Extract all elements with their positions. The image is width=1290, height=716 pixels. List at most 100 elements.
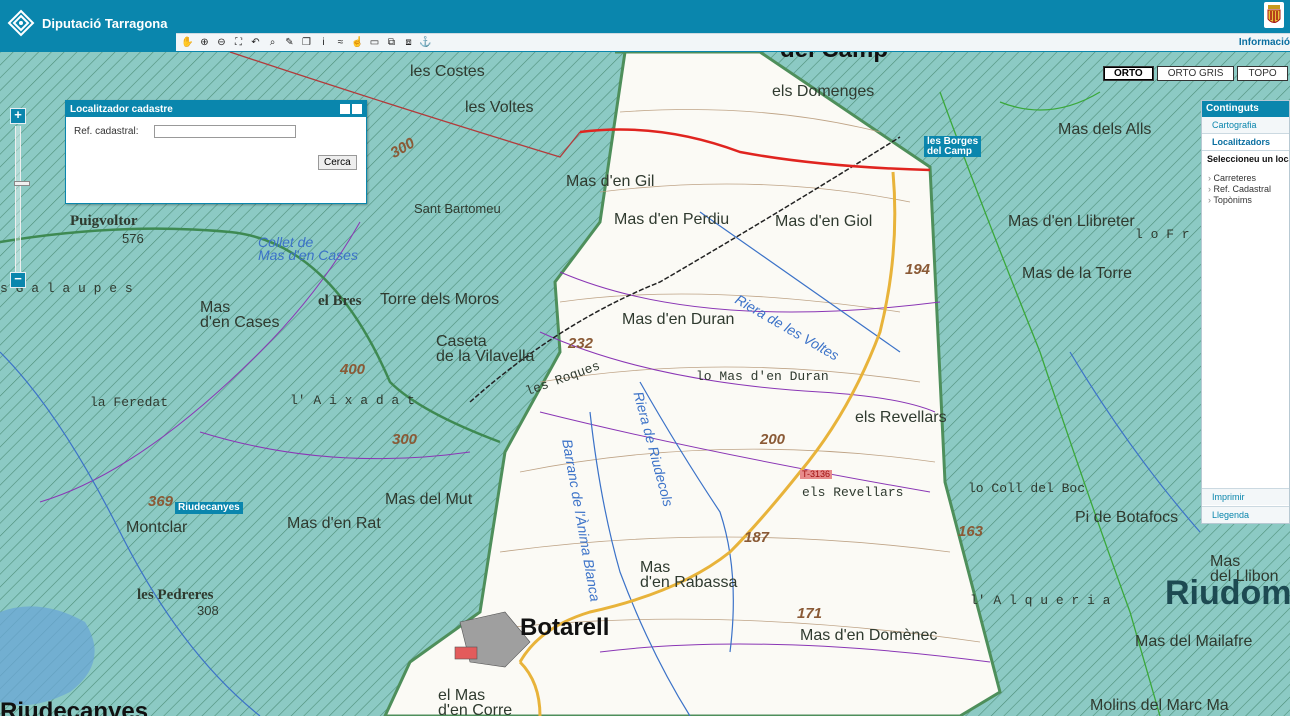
zoom-in-icon[interactable]: ⊕ (197, 35, 212, 50)
search-button[interactable]: Cerca (318, 155, 357, 170)
minimize-icon[interactable] (340, 104, 350, 114)
cadastre-locator-panel: Localitzador cadastre Ref. cadastral: Ce… (65, 100, 367, 204)
map-label: els Revellars (855, 409, 947, 426)
map-label: Riudecanyes (175, 502, 243, 514)
map-label: 576 (122, 231, 144, 246)
anchor-icon[interactable]: ⚓ (418, 35, 433, 50)
coordinates-icon[interactable]: ≈ (333, 35, 348, 50)
map-label: Riudecanyes (0, 698, 149, 716)
map-label: T-3136 (800, 469, 833, 479)
pointer-icon[interactable]: ☝ (350, 35, 365, 50)
map-label: lo Coll del Boc (968, 481, 1086, 496)
zoom-window-icon[interactable]: ⌕ (265, 35, 280, 50)
map-label: Torre dels Moros (380, 291, 500, 308)
measure-icon[interactable]: ✎ (282, 35, 297, 50)
panel-title: Localitzador cadastre (70, 103, 173, 115)
information-link[interactable]: Informació (1239, 37, 1290, 48)
crest-icon (1264, 2, 1284, 28)
map-label: les Borges del Camp (924, 136, 982, 157)
locator-list: CarreteresRef. CadastralTopònims (1202, 167, 1289, 212)
map-label: 171 (797, 605, 823, 622)
map-label: Mas de la Torre (1022, 265, 1132, 282)
layer-button-orto[interactable]: ORTO (1103, 66, 1154, 81)
map-label: el Bres (318, 293, 362, 309)
map-label: Mas d'en Duran (622, 311, 735, 328)
zoom-slider-handle[interactable] (14, 181, 30, 186)
map-label: Mas d'en Gil (566, 173, 655, 190)
zoom-previous-icon[interactable]: ↶ (248, 35, 263, 50)
panel-titlebar[interactable]: Localitzador cadastre (66, 101, 366, 117)
map-label: Mas d'en Llibreter (1008, 213, 1135, 230)
map-label: Montclar (126, 519, 188, 536)
layer-button-orto-gris[interactable]: ORTO GRIS (1156, 66, 1235, 81)
map-label: els Revellars (802, 485, 904, 500)
map-label: Mas d'en Rat (287, 515, 381, 532)
map-label: del Camp (780, 52, 888, 62)
print-preview-icon[interactable]: ⧉ (384, 35, 399, 50)
cadastral-ref-label: Ref. cadastral: (74, 126, 139, 137)
layers-icon[interactable]: ❐ (299, 35, 314, 50)
map-label: Mas del Mut (385, 491, 473, 508)
map-label: Mas d'en Cases (200, 299, 280, 332)
zoom-slider[interactable] (14, 126, 30, 272)
map-label: Mas dels Alls (1058, 121, 1152, 138)
map-label: els Domenges (772, 83, 875, 100)
map-label: Molins del Marc Ma (1090, 697, 1229, 714)
hand-pan-icon[interactable]: ✋ (180, 35, 195, 50)
map-label: 400 (340, 361, 366, 378)
map-label: 200 (760, 431, 786, 448)
cadastral-ref-input[interactable] (154, 125, 297, 138)
list-item[interactable]: Topònims (1208, 195, 1283, 205)
locator-select-label: Seleccioneu un localitzador (1207, 154, 1289, 164)
map-label: Botarell (520, 614, 610, 641)
map-label: les Costes (410, 63, 485, 80)
close-icon[interactable] (352, 104, 362, 114)
legend-tab[interactable]: Llegenda (1202, 506, 1289, 523)
map-label: Caseta de la Vilavella (436, 333, 535, 366)
map-label: les Pedreres (137, 587, 214, 603)
map-label: Sant Bartomeu (414, 201, 501, 216)
layer-button-topo[interactable]: TOPO (1237, 66, 1288, 81)
zoom-control: + − (10, 108, 30, 288)
zoom-extent-icon[interactable]: ⛶ (231, 35, 246, 50)
tab-cartografia[interactable]: Cartografia (1202, 117, 1289, 134)
map-label: Mas d'en Perdiu (614, 211, 730, 228)
map-label: 163 (958, 523, 984, 540)
map-label: Riudoms (1165, 574, 1290, 612)
map-label: Collet de Mas d'en Cases (258, 234, 358, 264)
map-label: Mas d'en Giol (775, 213, 873, 230)
brand-name: Diputació Tarragona (42, 15, 168, 31)
map-label: Mas del Mailafre (1135, 633, 1253, 650)
zoom-out-icon[interactable]: ⊖ (214, 35, 229, 50)
map-label: les Voltes (465, 99, 534, 116)
export-icon[interactable]: ⧈ (401, 35, 416, 50)
comment-icon[interactable]: ▭ (367, 35, 382, 50)
map-label: 187 (744, 529, 770, 546)
map-label: Pi de Botafocs (1075, 509, 1179, 526)
print-tab[interactable]: Imprimir (1202, 488, 1289, 505)
map-label: 369 (148, 493, 174, 510)
map-label: Mas d'en Domènec (800, 627, 938, 644)
map-label: l' A i x a d a t (290, 393, 415, 408)
map-label: l o F r (1135, 227, 1190, 242)
layer-switcher: ORTO ORTO GRIS TOPO (1103, 66, 1288, 81)
map-label: 300 (392, 431, 418, 448)
map-label: 194 (905, 261, 931, 278)
info-icon[interactable]: i (316, 35, 331, 50)
contents-panel: Continguts Cartografia Localitzadors Sele… (1201, 100, 1290, 524)
tab-localitzadors[interactable]: Localitzadors (1202, 134, 1289, 151)
map-label: la Feredat (90, 395, 169, 410)
list-item[interactable]: Carreteres (1208, 173, 1283, 183)
map-label: 308 (197, 603, 219, 618)
list-item[interactable]: Ref. Cadastral (1208, 184, 1283, 194)
zoom-in-button[interactable]: + (10, 108, 26, 124)
map-label: Mas d'en Rabassa (640, 559, 738, 592)
map-label: 232 (568, 335, 594, 352)
contents-title: Continguts (1202, 101, 1289, 117)
map-label: l' A l q u e r i a (970, 593, 1111, 608)
map-label: lo Mas d'en Duran (696, 369, 829, 384)
brand-logo[interactable]: Diputació Tarragona (6, 8, 167, 38)
map-toolbar: ✋ ⊕ ⊖ ⛶ ↶ ⌕ ✎ ❐ i ≈ ☝ ▭ ⧉ ⧈ ⚓ Informació (176, 33, 1290, 51)
map-label: el Mas d'en Corre (438, 687, 513, 716)
zoom-out-button[interactable]: − (10, 272, 26, 288)
